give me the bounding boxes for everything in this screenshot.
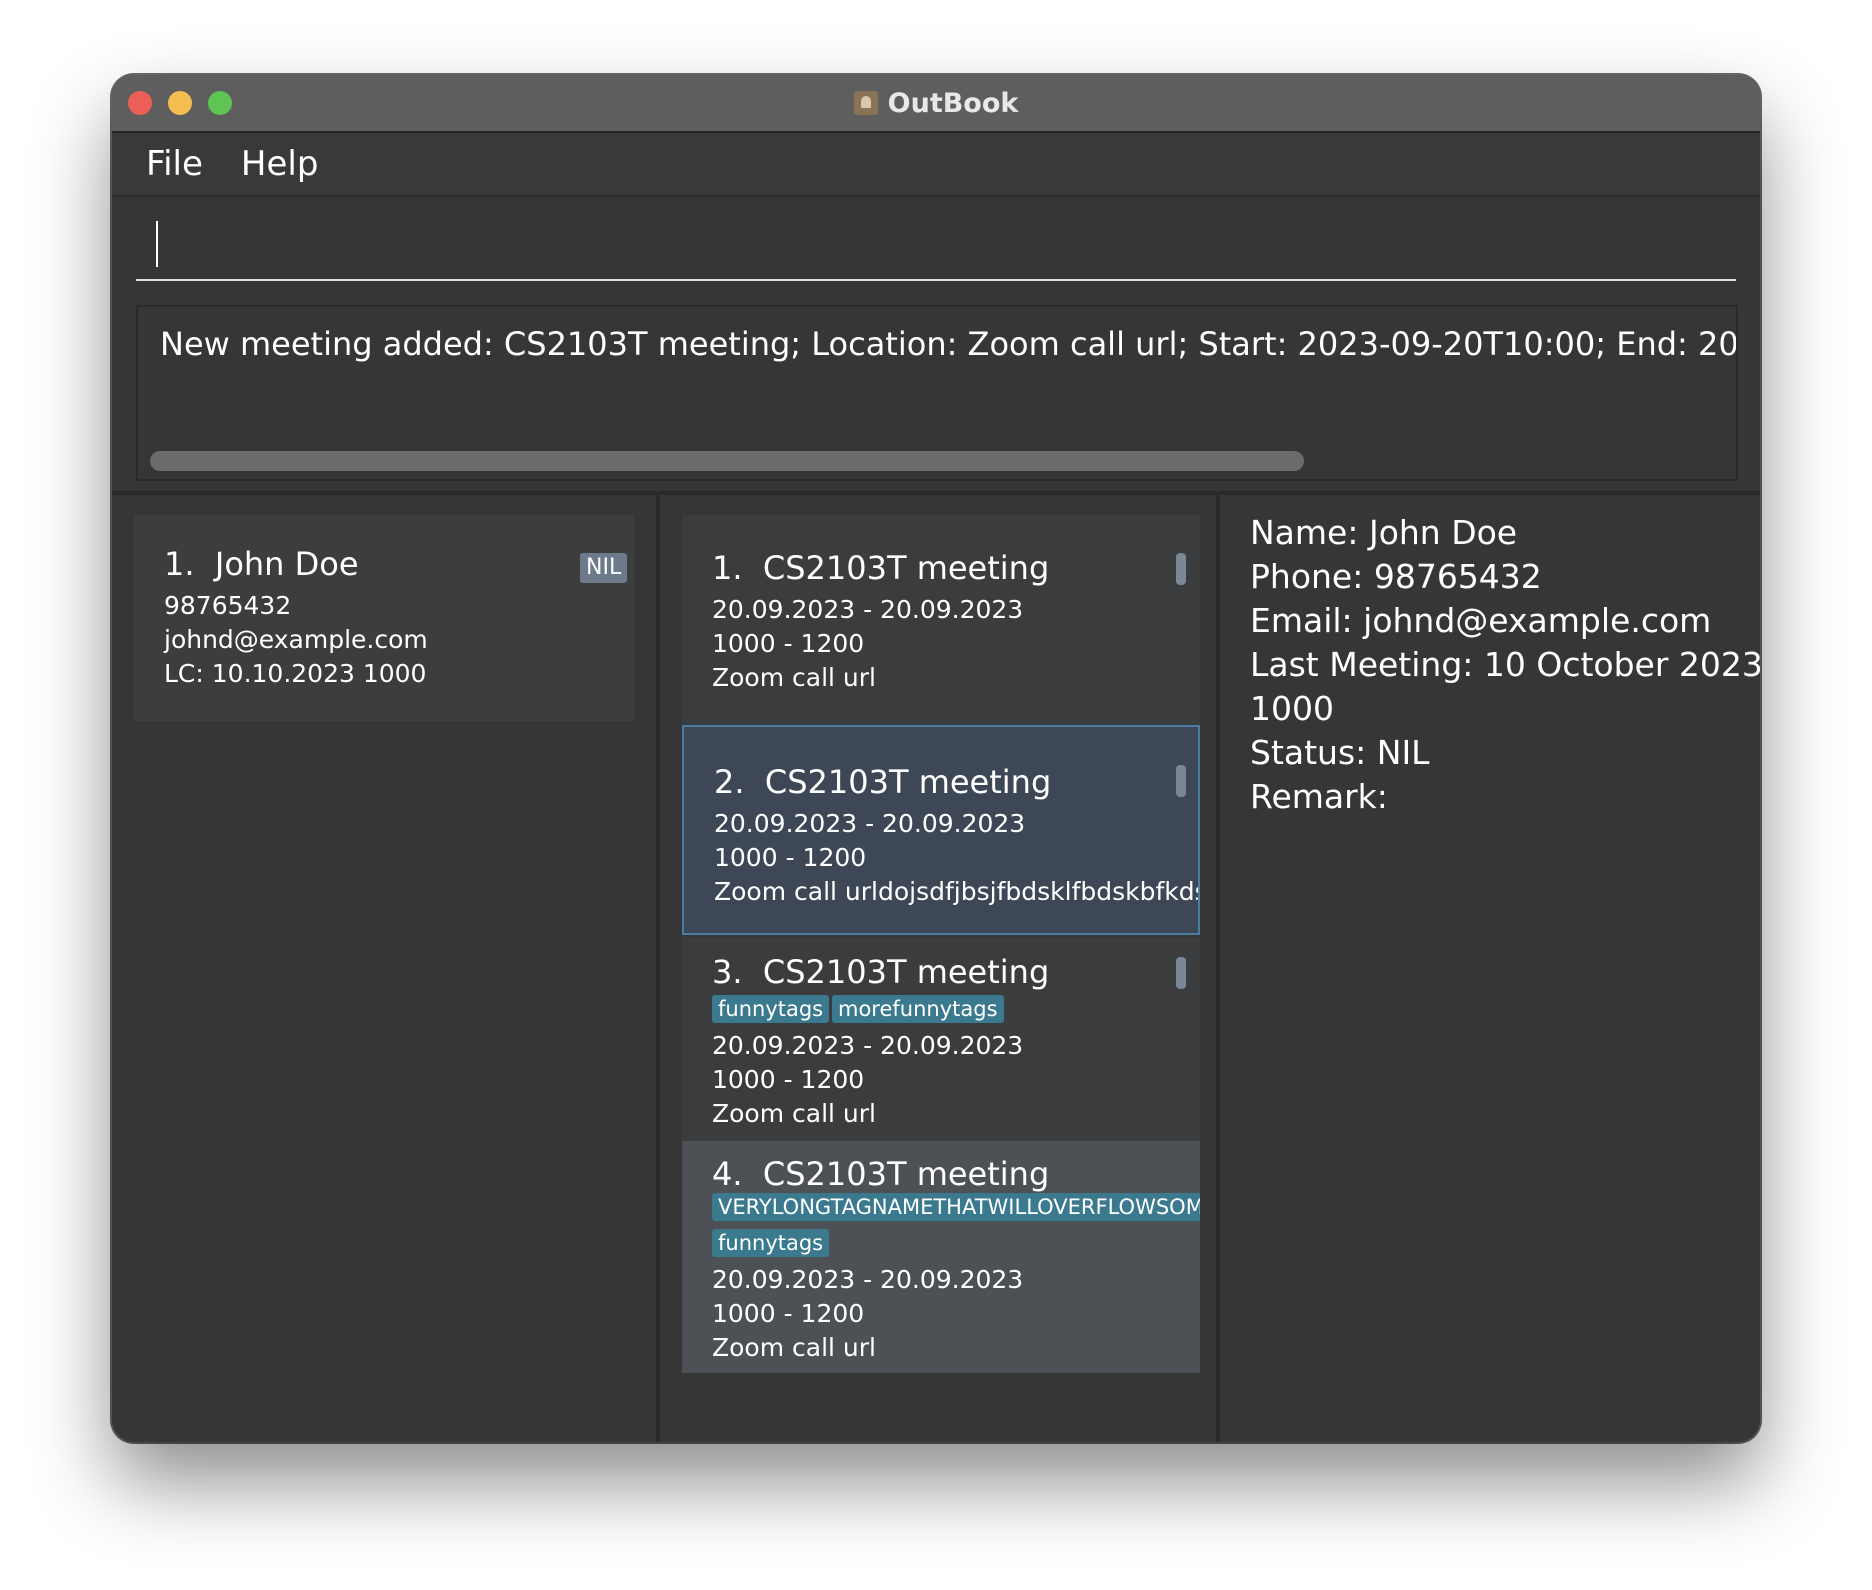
menu-file[interactable]: File — [146, 144, 203, 184]
detail-remark: Remark: — [1250, 777, 1388, 816]
meeting-card-selected[interactable]: 2. CS2103T meeting 20.09.2023 - 20.09.20… — [682, 725, 1200, 935]
meeting-title: 4. CS2103T meeting — [712, 1155, 1049, 1193]
person-name: 1. John Doe — [164, 545, 359, 583]
status-badge: NIL — [580, 553, 628, 583]
meeting-location: Zoom call url — [712, 1099, 876, 1128]
detail-last-meeting-time: 1000 — [1250, 689, 1334, 728]
person-last-contacted: LC: 10.10.2023 1000 — [164, 659, 427, 688]
meeting-tag: funnytags — [712, 1229, 830, 1257]
menu-help[interactable]: Help — [241, 144, 319, 184]
app-window: OutBook File Help New meeting added: CS2… — [112, 75, 1760, 1442]
meeting-location: Zoom call url — [712, 663, 876, 692]
meeting-times: 1000 - 1200 — [712, 1299, 865, 1328]
detail-phone: Phone: 98765432 — [1250, 557, 1542, 596]
meeting-index: 3. — [712, 953, 743, 991]
title-bar: OutBook — [112, 75, 1760, 133]
meeting-card[interactable]: 1. CS2103T meeting 20.09.2023 - 20.09.20… — [682, 515, 1200, 725]
card-scrollbar[interactable] — [1176, 957, 1186, 989]
detail-status: Status: NIL — [1250, 733, 1430, 772]
command-input[interactable] — [136, 203, 1736, 281]
window-title-group: OutBook — [112, 75, 1760, 131]
meeting-list-panel: 1. CS2103T meeting 20.09.2023 - 20.09.20… — [660, 495, 1220, 1442]
text-caret — [156, 221, 158, 267]
meeting-location: Zoom call urldojsdfjbsjfbdsklfbdskbfkdsh… — [714, 877, 1200, 906]
meeting-title: 1. CS2103T meeting — [712, 549, 1049, 587]
meeting-dates: 20.09.2023 - 20.09.2023 — [714, 809, 1026, 838]
card-scrollbar[interactable] — [1176, 765, 1186, 797]
meeting-tag: VERYLONGTAGNAMETHATWILLOVERFLOWSOMETHING — [712, 1193, 1200, 1221]
meeting-title-text: CS2103T meeting — [762, 549, 1050, 587]
result-display: New meeting added: CS2103T meeting; Loca… — [136, 305, 1738, 481]
person-list-panel: 1. John Doe NIL 98765432 johnd@example.c… — [112, 495, 660, 1442]
meeting-card[interactable]: 4. CS2103T meeting VERYLONGTAGNAMETHATWI… — [682, 1141, 1200, 1373]
meeting-title-text: CS2103T meeting — [764, 763, 1052, 801]
detail-email: Email: johnd@example.com — [1250, 601, 1712, 640]
window-title: OutBook — [887, 87, 1019, 119]
meeting-title-text: CS2103T meeting — [762, 1155, 1050, 1193]
address-book-icon — [853, 91, 878, 115]
result-horizontal-scrollbar[interactable] — [150, 451, 1304, 471]
person-card[interactable]: 1. John Doe NIL 98765432 johnd@example.c… — [134, 515, 634, 721]
meeting-title: 3. CS2103T meeting — [712, 953, 1049, 991]
meeting-title-text: CS2103T meeting — [762, 953, 1050, 991]
meeting-dates: 20.09.2023 - 20.09.2023 — [712, 1031, 1024, 1060]
meeting-times: 1000 - 1200 — [712, 1065, 865, 1094]
meeting-title: 2. CS2103T meeting — [714, 763, 1051, 801]
meeting-tag: funnytags — [712, 995, 830, 1023]
person-name-text: John Doe — [214, 545, 359, 583]
meeting-index: 1. — [712, 549, 743, 587]
meeting-location: Zoom call url — [712, 1333, 876, 1362]
person-phone: 98765432 — [164, 591, 292, 620]
meeting-tag: morefunnytags — [832, 995, 1004, 1023]
detail-last-meeting: Last Meeting: 10 October 2023, — [1250, 645, 1760, 684]
detail-name: Name: John Doe — [1250, 513, 1518, 552]
result-text: New meeting added: CS2103T meeting; Loca… — [160, 325, 1738, 363]
meeting-times: 1000 - 1200 — [714, 843, 867, 872]
card-scrollbar[interactable] — [1176, 553, 1186, 585]
meeting-index: 2. — [714, 763, 745, 801]
meeting-index: 4. — [712, 1155, 743, 1193]
meeting-card[interactable]: 3. CS2103T meeting funnytags morefunnyta… — [682, 937, 1200, 1141]
detail-panel: Name: John Doe Phone: 98765432 Email: jo… — [1220, 495, 1760, 1442]
meeting-times: 1000 - 1200 — [712, 629, 865, 658]
menu-bar: File Help — [112, 133, 1760, 197]
person-email: johnd@example.com — [164, 625, 428, 654]
meeting-dates: 20.09.2023 - 20.09.2023 — [712, 1265, 1024, 1294]
person-index: 1. — [164, 545, 195, 583]
meeting-dates: 20.09.2023 - 20.09.2023 — [712, 595, 1024, 624]
